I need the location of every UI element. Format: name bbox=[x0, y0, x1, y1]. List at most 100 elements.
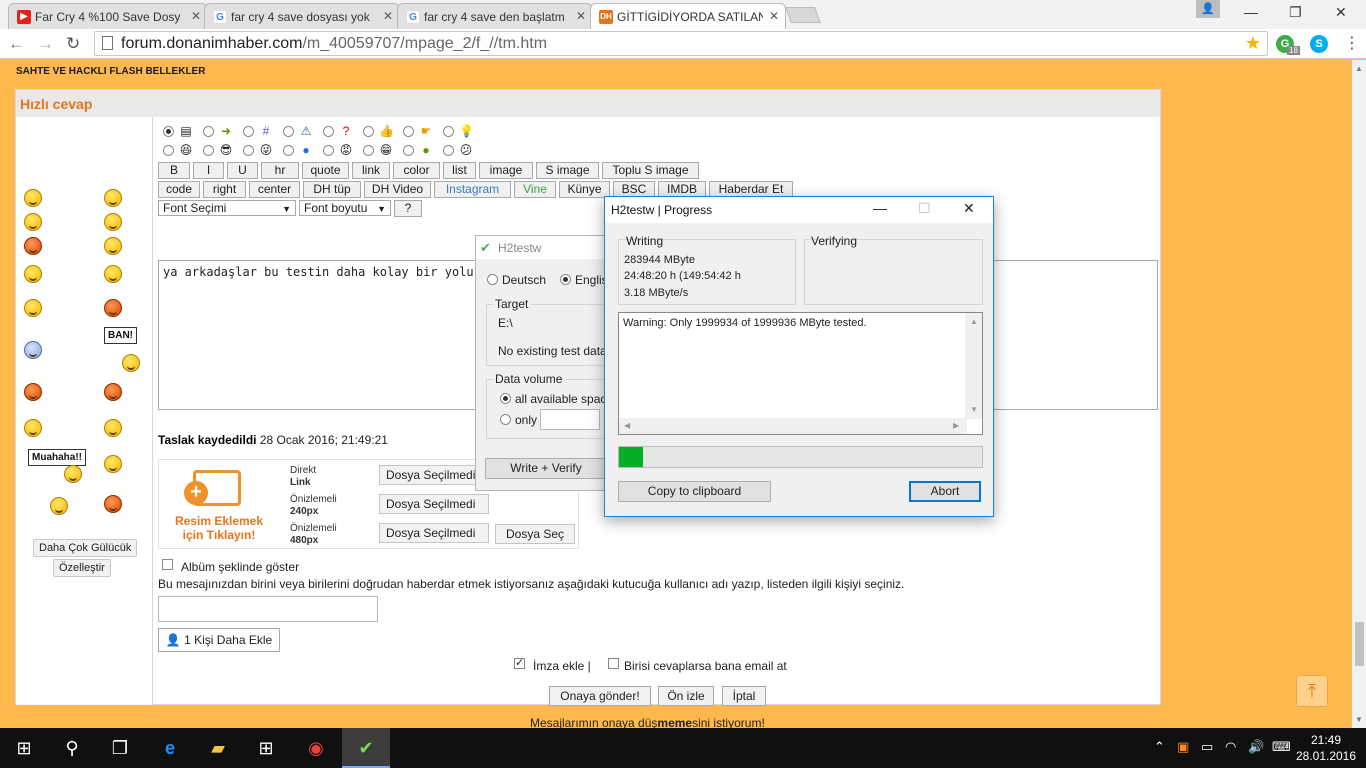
code-button[interactable]: code bbox=[158, 181, 200, 198]
album-checkbox[interactable] bbox=[162, 559, 173, 570]
new-tab-button[interactable] bbox=[785, 7, 821, 23]
icon-radio[interactable] bbox=[403, 145, 414, 156]
thread-title[interactable]: SAHTE VE HACKLI FLASH BELLEKLER bbox=[16, 66, 205, 77]
browser-tab-2[interactable]: G far cry 4 save dosyası yok ✕ bbox=[204, 3, 400, 29]
close-tab-icon[interactable]: ✕ bbox=[191, 9, 201, 23]
scroll-left-icon[interactable]: ◀ bbox=[624, 421, 630, 430]
keyboard-icon[interactable]: ⌨ bbox=[1272, 739, 1291, 755]
smiley-icon[interactable] bbox=[104, 419, 122, 437]
close-icon[interactable]: ✕ bbox=[963, 200, 975, 217]
hr-button[interactable]: hr bbox=[261, 162, 299, 179]
icon-radio[interactable] bbox=[403, 126, 414, 137]
chrome-icon[interactable]: ◉ bbox=[292, 728, 340, 768]
smiley-icon[interactable] bbox=[104, 265, 122, 283]
dh-video-button[interactable]: DH Video bbox=[364, 181, 431, 198]
underline-button[interactable]: U bbox=[227, 162, 258, 179]
abort-button[interactable]: Abort bbox=[909, 481, 981, 502]
list-button[interactable]: list bbox=[443, 162, 476, 179]
center-button[interactable]: center bbox=[249, 181, 300, 198]
preview-button[interactable]: Ön izle bbox=[658, 686, 714, 706]
task-view-icon[interactable]: ❐ bbox=[96, 728, 144, 768]
help-button[interactable]: ? bbox=[394, 200, 422, 217]
scroll-right-icon[interactable]: ▶ bbox=[953, 421, 959, 430]
font-select[interactable]: Font Seçimi ▼ bbox=[158, 200, 296, 216]
forward-arrow-icon[interactable]: → bbox=[37, 34, 54, 54]
reload-icon[interactable]: ↻ bbox=[66, 34, 80, 54]
browser-tab-1[interactable]: ▶ Far Cry 4 %100 Save Dosy ✕ bbox=[8, 3, 208, 29]
log-horizontal-scrollbar[interactable]: ◀ ▶ bbox=[619, 418, 967, 434]
icon-radio[interactable] bbox=[363, 145, 374, 156]
italic-button[interactable]: I bbox=[193, 162, 224, 179]
smiley-icon[interactable] bbox=[104, 383, 122, 401]
right-align-button[interactable]: right bbox=[203, 181, 246, 198]
smiley-icon[interactable] bbox=[24, 383, 42, 401]
icon-radio[interactable] bbox=[203, 126, 214, 137]
address-bar[interactable]: forum.donanimhaber.com/m_40059707/mpage_… bbox=[94, 31, 1268, 56]
s-image-button[interactable]: S image bbox=[536, 162, 599, 179]
tray-app-icon[interactable]: ▣ bbox=[1177, 739, 1189, 755]
icon-radio[interactable] bbox=[323, 126, 334, 137]
scroll-down-icon[interactable]: ▼ bbox=[970, 405, 978, 414]
smiley-icon[interactable] bbox=[104, 495, 122, 513]
dh-tup-button[interactable]: DH tüp bbox=[303, 181, 361, 198]
icon-radio[interactable] bbox=[443, 126, 454, 137]
scroll-up-icon[interactable]: ▲ bbox=[1355, 64, 1363, 73]
show-hidden-icons-icon[interactable]: ⌃ bbox=[1154, 739, 1165, 755]
add-image-icon[interactable] bbox=[184, 470, 241, 506]
minimize-window-icon[interactable]: — bbox=[1244, 4, 1258, 20]
icon-radio[interactable] bbox=[283, 145, 294, 156]
scrollbar-thumb[interactable] bbox=[1355, 622, 1364, 666]
close-tab-icon[interactable]: ✕ bbox=[383, 9, 393, 23]
smiley-icon[interactable] bbox=[122, 354, 140, 372]
skype-icon[interactable]: S bbox=[1310, 35, 1328, 53]
icon-radio[interactable] bbox=[323, 145, 334, 156]
smiley-icon[interactable] bbox=[24, 341, 42, 359]
h2testw-taskbar-icon[interactable]: ✔ bbox=[342, 728, 390, 768]
scroll-down-icon[interactable]: ▼ bbox=[1355, 715, 1363, 724]
icon-radio[interactable] bbox=[163, 126, 174, 137]
smiley-icon[interactable] bbox=[64, 465, 82, 483]
submit-button[interactable]: Onaya gönder! bbox=[549, 686, 651, 706]
page-scrollbar[interactable]: ▲ ▼ bbox=[1352, 60, 1366, 728]
smiley-icon[interactable] bbox=[24, 213, 42, 231]
ban-sign[interactable]: BAN! bbox=[104, 327, 137, 344]
smiley-icon[interactable] bbox=[24, 299, 42, 317]
add-person-button[interactable]: 👤 1 Kişi Daha Ekle bbox=[158, 628, 280, 652]
smiley-icon[interactable] bbox=[24, 189, 42, 207]
smiley-icon[interactable] bbox=[24, 265, 42, 283]
close-window-icon[interactable]: ✕ bbox=[1335, 4, 1347, 21]
log-textbox[interactable]: Warning: Only 1999934 of 1999936 MByte t… bbox=[618, 312, 983, 435]
search-icon[interactable]: ⚲ bbox=[48, 728, 96, 768]
muahaha-sign[interactable]: Muahaha!! bbox=[28, 449, 86, 466]
profile-icon[interactable]: 👤 bbox=[1196, 0, 1220, 18]
restore-window-icon[interactable]: ❐ bbox=[1289, 4, 1302, 21]
smiley-icon[interactable] bbox=[104, 213, 122, 231]
lang-deutsch-radio[interactable] bbox=[487, 274, 498, 285]
minimize-icon[interactable]: — bbox=[873, 200, 887, 216]
quote-button[interactable]: quote bbox=[302, 162, 349, 179]
scroll-to-top-button[interactable]: ⤒ bbox=[1296, 675, 1328, 707]
file-input-480[interactable]: Dosya Seçilmedi bbox=[379, 523, 489, 543]
size-input[interactable] bbox=[540, 409, 600, 430]
smiley-icon[interactable] bbox=[50, 497, 68, 515]
upload-prompt[interactable]: Resim Eklemek için Tıklayın! bbox=[169, 514, 269, 542]
progress-titlebar[interactable]: H2testw | Progress — ☐ ✕ bbox=[605, 197, 993, 223]
signature-checkbox[interactable] bbox=[514, 656, 525, 669]
volume-icon[interactable]: 🔊 bbox=[1248, 739, 1264, 755]
smiley-icon[interactable] bbox=[104, 299, 122, 317]
image-button[interactable]: image bbox=[479, 162, 533, 179]
link-button[interactable]: link bbox=[352, 162, 390, 179]
smiley-icon[interactable] bbox=[104, 237, 122, 255]
smiley-icon[interactable] bbox=[24, 419, 42, 437]
browser-tab-4-active[interactable]: DH GİTTİGİDİYORDA SATILAN ✕ bbox=[590, 3, 786, 29]
file-input-direct[interactable]: Dosya Seçilmedi bbox=[379, 465, 489, 485]
close-tab-icon[interactable]: ✕ bbox=[769, 9, 779, 23]
smiley-icon[interactable] bbox=[104, 455, 122, 473]
icon-radio[interactable] bbox=[243, 145, 254, 156]
file-input-240[interactable]: Dosya Seçilmedi bbox=[379, 494, 489, 514]
back-arrow-icon[interactable]: ← bbox=[8, 34, 25, 54]
page-info-icon[interactable] bbox=[102, 36, 113, 50]
icon-radio[interactable] bbox=[363, 126, 374, 137]
icon-radio[interactable] bbox=[283, 126, 294, 137]
instagram-button[interactable]: Instagram bbox=[434, 181, 511, 198]
